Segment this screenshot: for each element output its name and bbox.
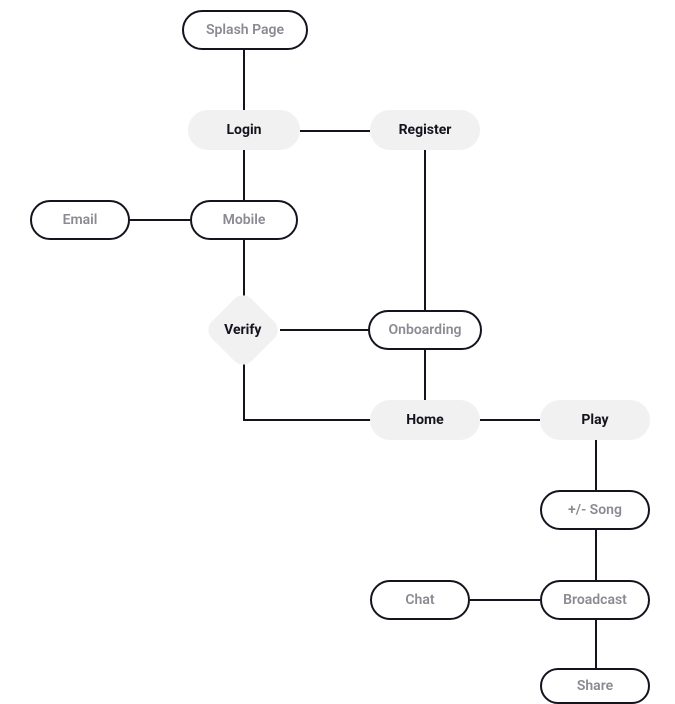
edge-home-play [480, 419, 540, 421]
node-label: Chat [405, 592, 434, 608]
node-label: +/- Song [568, 502, 622, 518]
node-chat: Chat [370, 580, 470, 620]
edge-verify-home-v [243, 360, 245, 420]
node-label: Play [581, 412, 608, 428]
node-home: Home [370, 400, 480, 440]
node-email: Email [30, 200, 130, 240]
node-onboarding: Onboarding [368, 310, 482, 350]
node-broadcast: Broadcast [540, 580, 650, 620]
node-label: Share [577, 678, 613, 694]
node-play: Play [540, 400, 650, 440]
node-label: Home [406, 412, 443, 428]
node-register: Register [370, 110, 480, 150]
flowchart-canvas: Splash Page Login Register Email Mobile … [0, 0, 675, 694]
edge-song-broadcast [595, 530, 597, 580]
edge-verify-onboarding [280, 329, 370, 331]
edge-email-mobile [130, 219, 190, 221]
edge-chat-broadcast [470, 599, 540, 601]
node-share: Share [540, 668, 650, 704]
node-splash: Splash Page [182, 10, 308, 50]
node-label: Email [63, 212, 98, 228]
edge-register-onboarding [424, 150, 426, 310]
node-label: Login [226, 122, 261, 138]
edge-onboarding-home [424, 350, 426, 400]
node-label: Splash Page [206, 22, 284, 38]
edge-login-mobile [243, 150, 245, 200]
node-label: Verify [224, 322, 261, 338]
node-label: Mobile [223, 212, 266, 228]
node-label: Register [399, 122, 452, 138]
edge-verify-home-h [243, 419, 373, 421]
edge-broadcast-share [595, 620, 597, 670]
node-login: Login [188, 110, 300, 150]
edge-play-song [595, 440, 597, 490]
node-song: +/- Song [540, 490, 650, 530]
node-label: Broadcast [563, 592, 627, 608]
node-verify: Verify [203, 290, 282, 369]
node-label: Onboarding [388, 322, 461, 338]
edge-login-register [300, 130, 370, 132]
edge-splash-login [243, 50, 245, 110]
node-mobile: Mobile [190, 200, 298, 240]
